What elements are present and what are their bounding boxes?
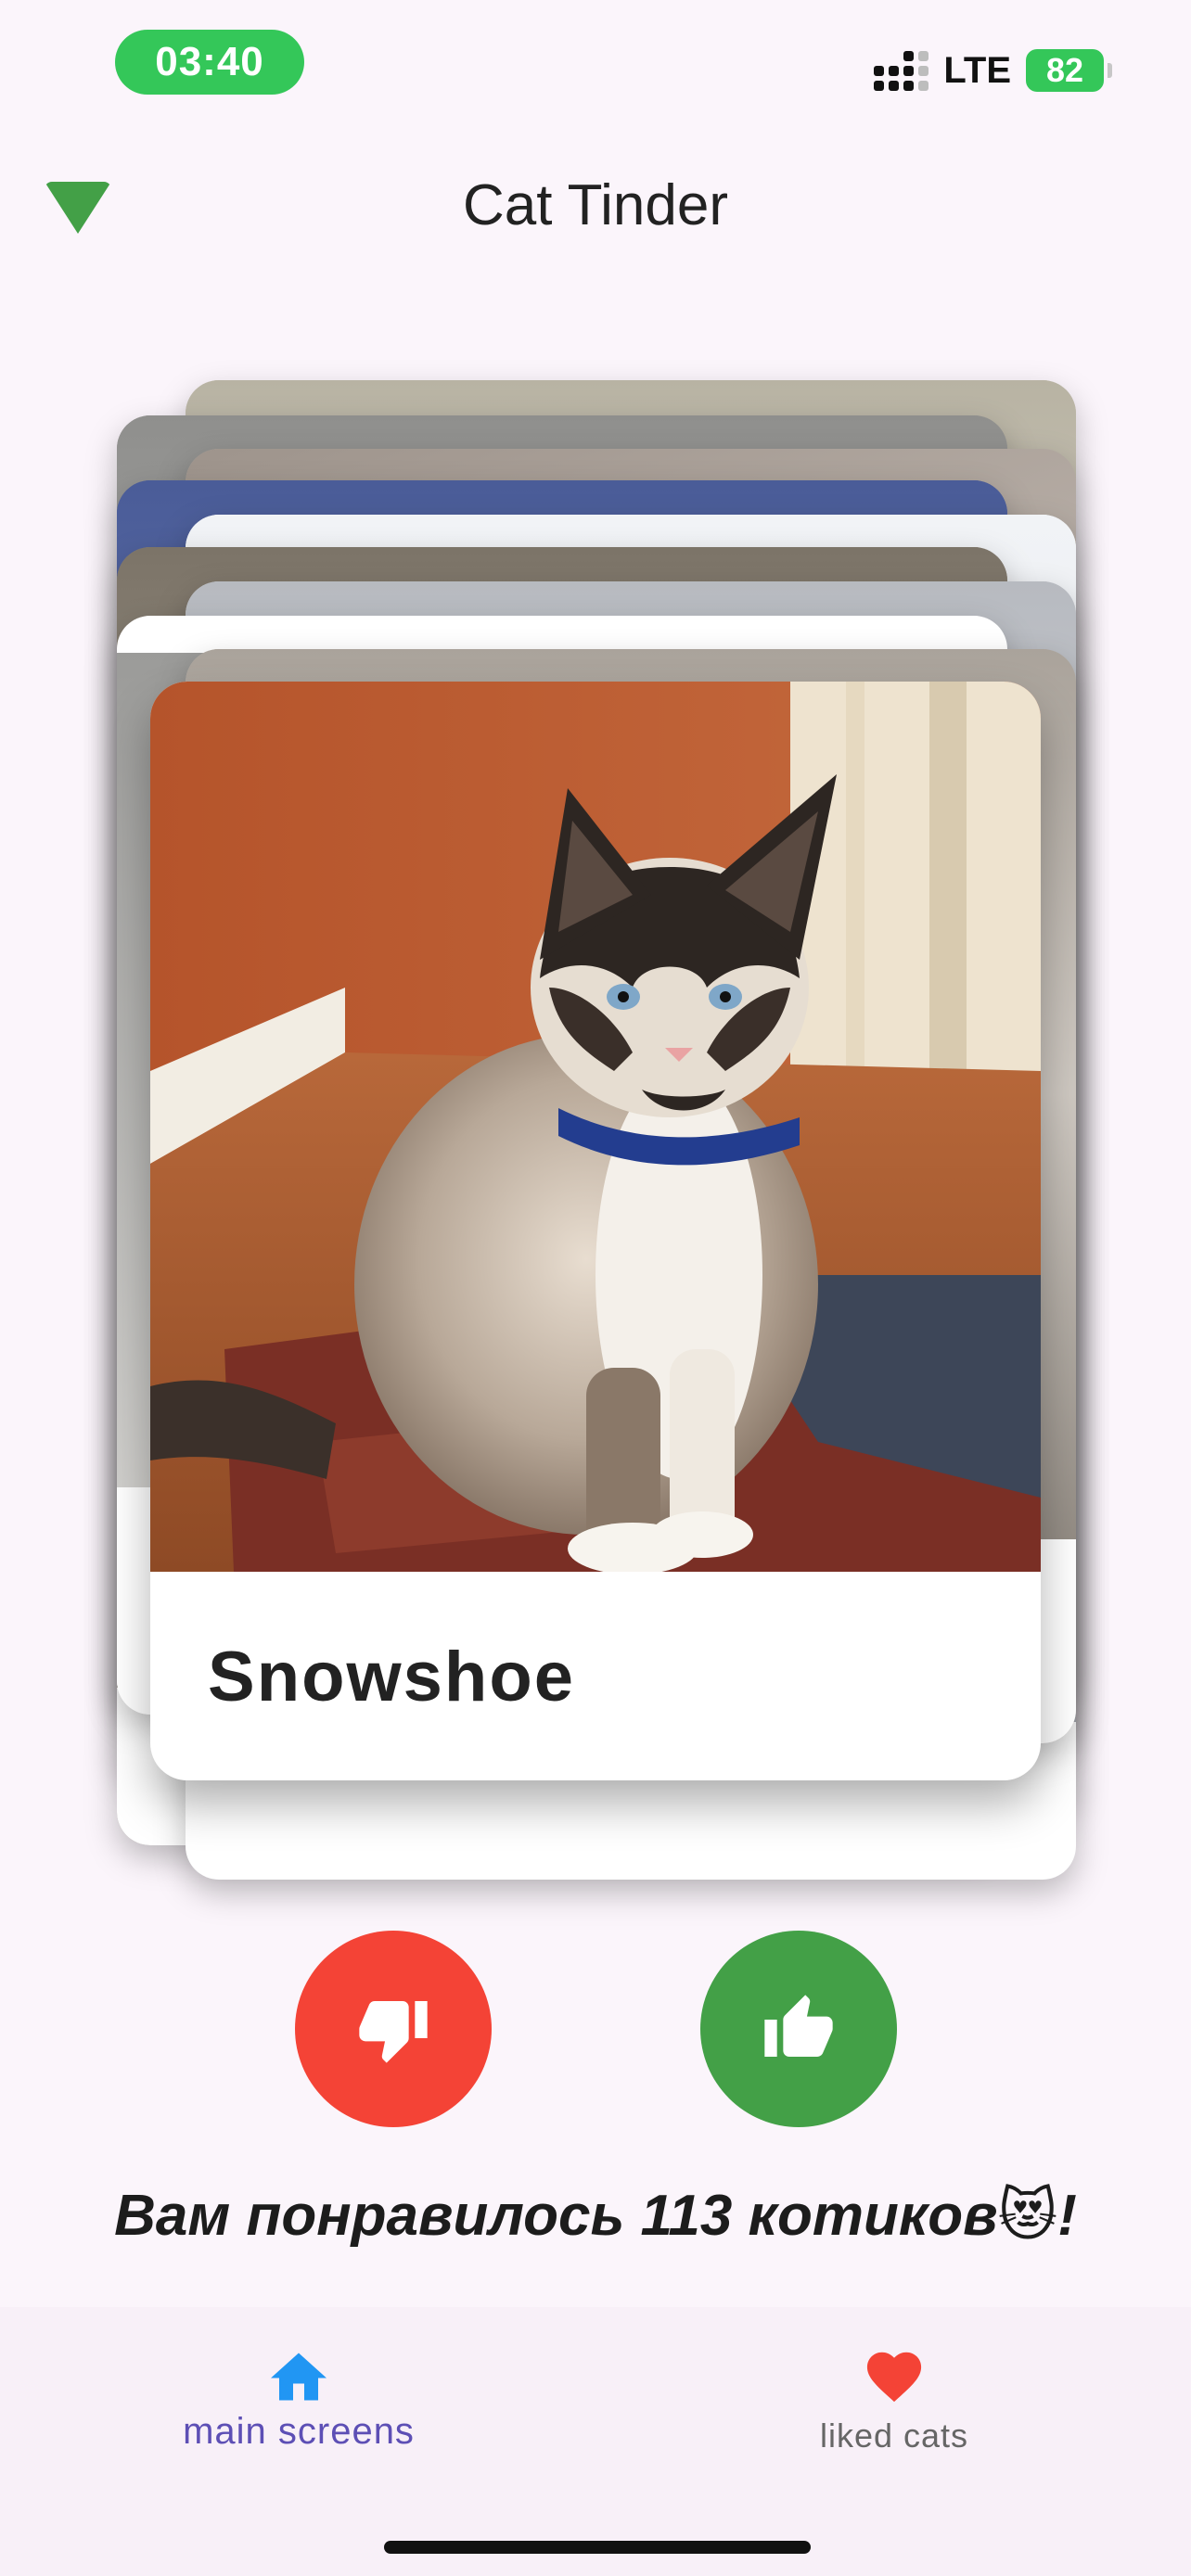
thumb-up-icon <box>764 1995 833 2057</box>
home-icon <box>271 2353 327 2401</box>
nav-label-main-screens: main screens <box>183 2411 415 2452</box>
breed-name: Snowshoe <box>208 1638 576 1716</box>
thumb-down-icon <box>359 2001 428 2063</box>
cat-photo <box>150 682 1041 1572</box>
cat-card[interactable]: Snowshoe <box>150 682 1041 1780</box>
liked-count-text: Вам понравилось 113 котиков😻! <box>114 2184 1077 2248</box>
like-button[interactable] <box>700 1931 897 2127</box>
page-title: Cat Tinder <box>462 173 729 237</box>
cellular-signal-icon <box>874 50 929 91</box>
heart-icon <box>866 2352 922 2403</box>
nav-item-liked-cats[interactable]: liked cats <box>709 2344 1080 2455</box>
battery-level: 82 <box>1045 51 1084 89</box>
bottom-navigation: main screens liked cats <box>0 2307 1191 2576</box>
battery-icon: 82 <box>1026 49 1112 92</box>
status-indicators: LTE 82 <box>874 45 1112 96</box>
dislike-button[interactable] <box>295 1931 492 2127</box>
nav-label-liked-cats: liked cats <box>819 2417 969 2455</box>
home-indicator[interactable] <box>384 2541 811 2554</box>
network-type: LTE <box>943 49 1011 91</box>
status-time: 03:40 <box>115 30 304 95</box>
nav-item-main-screens[interactable]: main screens <box>113 2344 484 2453</box>
